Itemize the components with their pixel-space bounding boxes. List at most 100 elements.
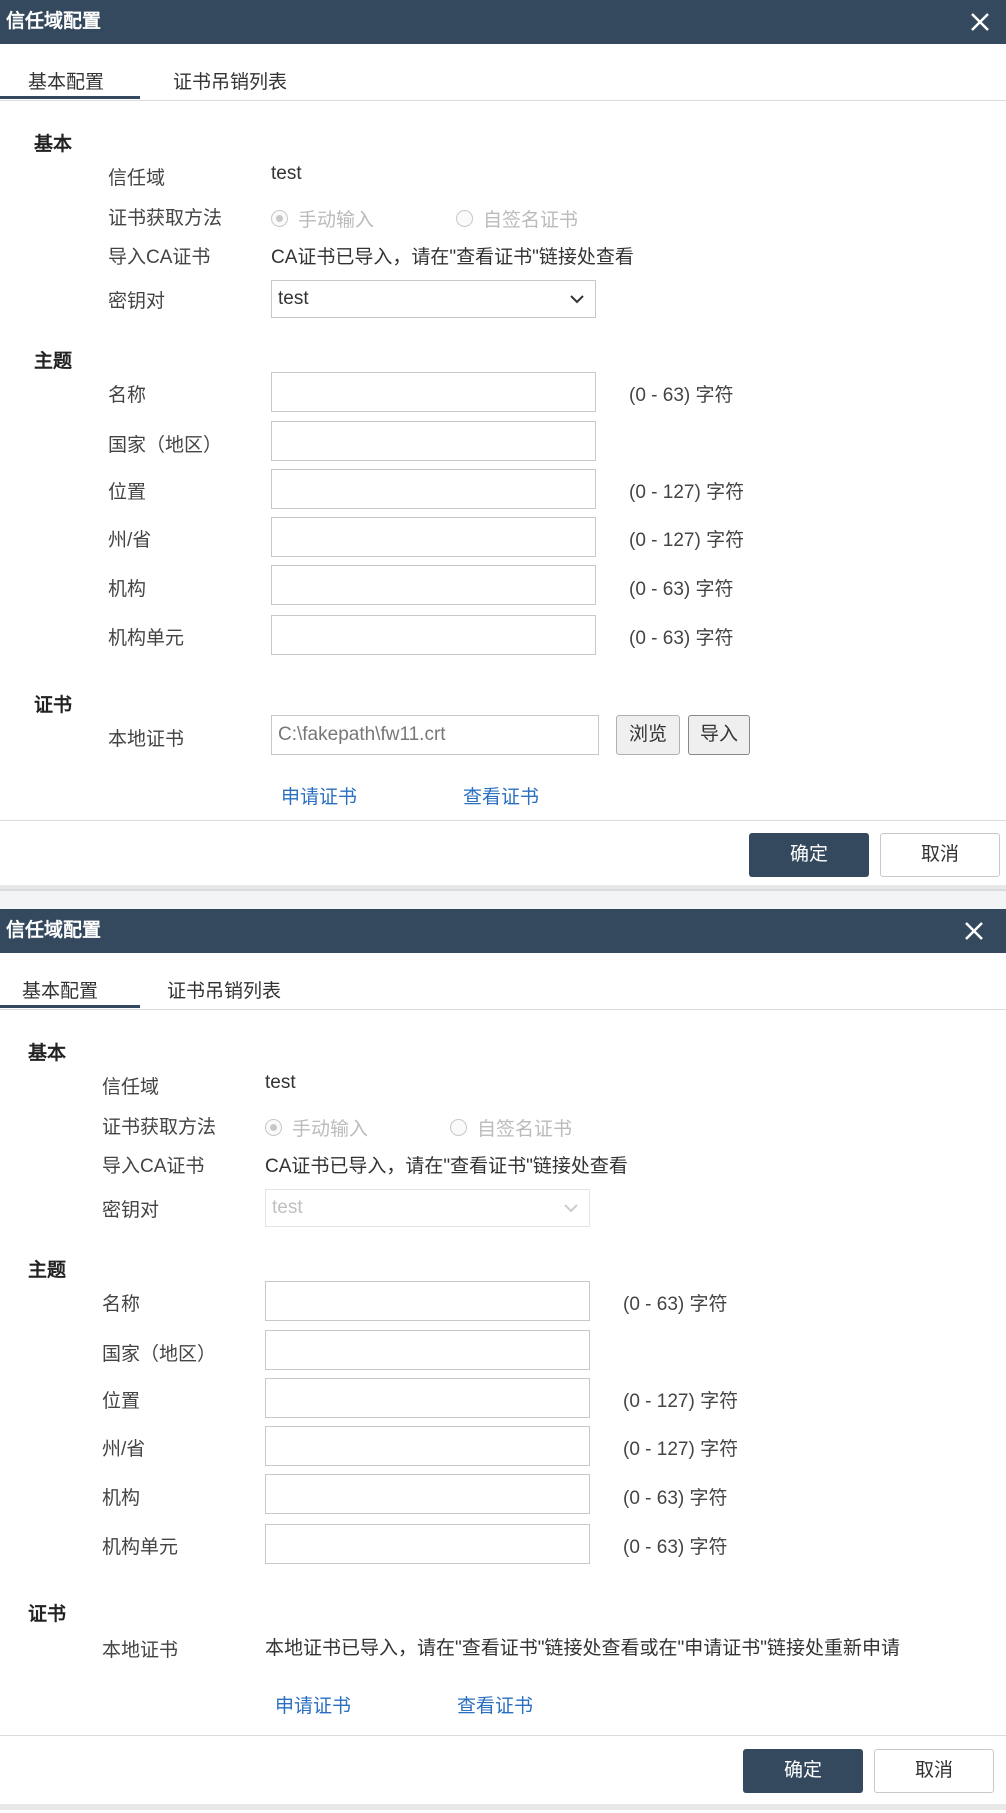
org-unit-hint: (0 - 63) 字符 — [623, 1537, 728, 1558]
cancel-button[interactable]: 取消 — [874, 1749, 994, 1793]
view-cert-link[interactable]: 查看证书 — [463, 782, 539, 809]
radio-unselected-icon — [456, 210, 473, 227]
label-state: 州/省 — [102, 1439, 146, 1460]
tab-crl[interactable]: 证书吊销列表 — [173, 67, 287, 94]
dialog-title: 信任域配置 — [6, 920, 102, 941]
location-input[interactable] — [271, 469, 596, 509]
name-input[interactable] — [265, 1281, 590, 1321]
ca-status-text: CA证书已导入，请在"查看证书"链接处查看 — [265, 1156, 628, 1177]
label-state: 州/省 — [108, 530, 152, 551]
name-input[interactable] — [271, 372, 596, 412]
state-hint: (0 - 127) 字符 — [629, 530, 745, 551]
label-import-ca: 导入CA证书 — [108, 247, 211, 268]
state-input[interactable] — [271, 517, 596, 557]
import-button[interactable]: 导入 — [688, 715, 750, 755]
radio-self-signed: 自签名证书 — [456, 205, 578, 232]
radio-selected-icon — [271, 210, 288, 227]
ca-status-text: CA证书已导入，请在"查看证书"链接处查看 — [271, 247, 634, 268]
org-unit-input[interactable] — [265, 1524, 590, 1564]
tab-basic-config[interactable]: 基本配置 — [22, 976, 98, 1003]
label-local-cert: 本地证书 — [102, 1640, 179, 1661]
country-input[interactable] — [271, 421, 596, 461]
location-input[interactable] — [265, 1378, 590, 1418]
label-key-pair: 密钥对 — [102, 1200, 160, 1221]
section-subject: 主题 — [34, 351, 73, 372]
apply-cert-link[interactable]: 申请证书 — [281, 782, 357, 809]
org-unit-input[interactable] — [271, 615, 596, 655]
trust-domain-dialog-2: 信任域配置 基本配置 证书吊销列表 基本 信任域 test 证书获取方法 手动输… — [0, 909, 1006, 1813]
key-pair-selected-value: test — [272, 1197, 303, 1218]
key-pair-selected-value: test — [278, 288, 309, 309]
dialog-titlebar: 信任域配置 — [0, 0, 1006, 44]
radio-unselected-icon — [450, 1119, 467, 1136]
label-local-cert: 本地证书 — [108, 729, 185, 750]
label-name: 名称 — [108, 385, 147, 406]
active-tab-indicator — [0, 1005, 140, 1008]
tab-bar: 基本配置 证书吊销列表 — [0, 58, 1006, 101]
trust-domain-dialog-1: 信任域配置 基本配置 证书吊销列表 基本 信任域 test 证书获取方法 手动输… — [0, 0, 1006, 891]
local-cert-status-text: 本地证书已导入，请在"查看证书"链接处查看或在"申请证书"链接处重新申请 — [265, 1638, 900, 1659]
close-icon[interactable] — [956, 913, 992, 949]
view-cert-link[interactable]: 查看证书 — [457, 1691, 533, 1718]
section-basic: 基本 — [34, 134, 73, 155]
footer-divider — [0, 820, 1006, 821]
section-basic: 基本 — [28, 1043, 67, 1064]
label-org-unit: 机构单元 — [102, 1537, 179, 1558]
dialog-titlebar: 信任域配置 — [0, 909, 1006, 953]
radio-manual-input: 手动输入 — [271, 205, 374, 232]
label-country: 国家（地区） — [102, 1344, 217, 1365]
trust-domain-value: test — [271, 163, 302, 184]
apply-cert-link[interactable]: 申请证书 — [275, 1691, 351, 1718]
browse-button[interactable]: 浏览 — [616, 715, 680, 755]
org-input[interactable] — [271, 565, 596, 605]
location-hint: (0 - 127) 字符 — [629, 482, 745, 503]
org-unit-hint: (0 - 63) 字符 — [629, 628, 734, 649]
chevron-down-icon — [570, 295, 584, 304]
active-tab-indicator — [0, 96, 140, 99]
tab-basic-config[interactable]: 基本配置 — [28, 67, 104, 94]
radio-selected-icon — [265, 1119, 282, 1136]
cancel-button[interactable]: 取消 — [880, 833, 1000, 877]
name-hint: (0 - 63) 字符 — [623, 1294, 728, 1315]
tab-bar: 基本配置 证书吊销列表 — [0, 967, 1006, 1010]
label-acquire-method: 证书获取方法 — [108, 208, 223, 229]
label-country: 国家（地区） — [108, 435, 223, 456]
section-cert: 证书 — [28, 1604, 67, 1625]
label-import-ca: 导入CA证书 — [102, 1156, 205, 1177]
footer-divider — [0, 1735, 1006, 1736]
radio-manual-input: 手动输入 — [265, 1114, 368, 1141]
radio-self-signed-label: 自签名证书 — [483, 210, 579, 231]
radio-manual-label: 手动输入 — [292, 1119, 369, 1140]
name-hint: (0 - 63) 字符 — [629, 385, 734, 406]
label-trust-domain: 信任域 — [102, 1077, 160, 1098]
ok-button[interactable]: 确定 — [743, 1749, 863, 1793]
screenshot-separator — [0, 889, 1006, 911]
dialog-title: 信任域配置 — [6, 11, 102, 32]
country-input[interactable] — [265, 1330, 590, 1370]
ok-button[interactable]: 确定 — [749, 833, 869, 877]
radio-self-signed: 自签名证书 — [450, 1114, 572, 1141]
close-icon[interactable] — [962, 4, 998, 40]
dialog-bottom-edge — [0, 1804, 1006, 1810]
radio-self-signed-label: 自签名证书 — [477, 1119, 573, 1140]
label-org-unit: 机构单元 — [108, 628, 185, 649]
section-cert: 证书 — [34, 695, 73, 716]
location-hint: (0 - 127) 字符 — [623, 1391, 739, 1412]
state-hint: (0 - 127) 字符 — [623, 1439, 739, 1460]
label-trust-domain: 信任域 — [108, 168, 166, 189]
section-subject: 主题 — [28, 1260, 67, 1281]
label-key-pair: 密钥对 — [108, 291, 166, 312]
label-acquire-method: 证书获取方法 — [102, 1117, 217, 1138]
key-pair-select[interactable]: test — [271, 280, 596, 318]
org-hint: (0 - 63) 字符 — [623, 1488, 728, 1509]
local-cert-file-input[interactable] — [271, 715, 599, 755]
org-input[interactable] — [265, 1474, 590, 1514]
label-location: 位置 — [108, 482, 147, 503]
label-location: 位置 — [102, 1391, 141, 1412]
key-pair-select: test — [265, 1189, 590, 1227]
state-input[interactable] — [265, 1426, 590, 1466]
label-org: 机构 — [108, 579, 147, 600]
tab-crl[interactable]: 证书吊销列表 — [167, 976, 281, 1003]
label-name: 名称 — [102, 1294, 141, 1315]
org-hint: (0 - 63) 字符 — [629, 579, 734, 600]
